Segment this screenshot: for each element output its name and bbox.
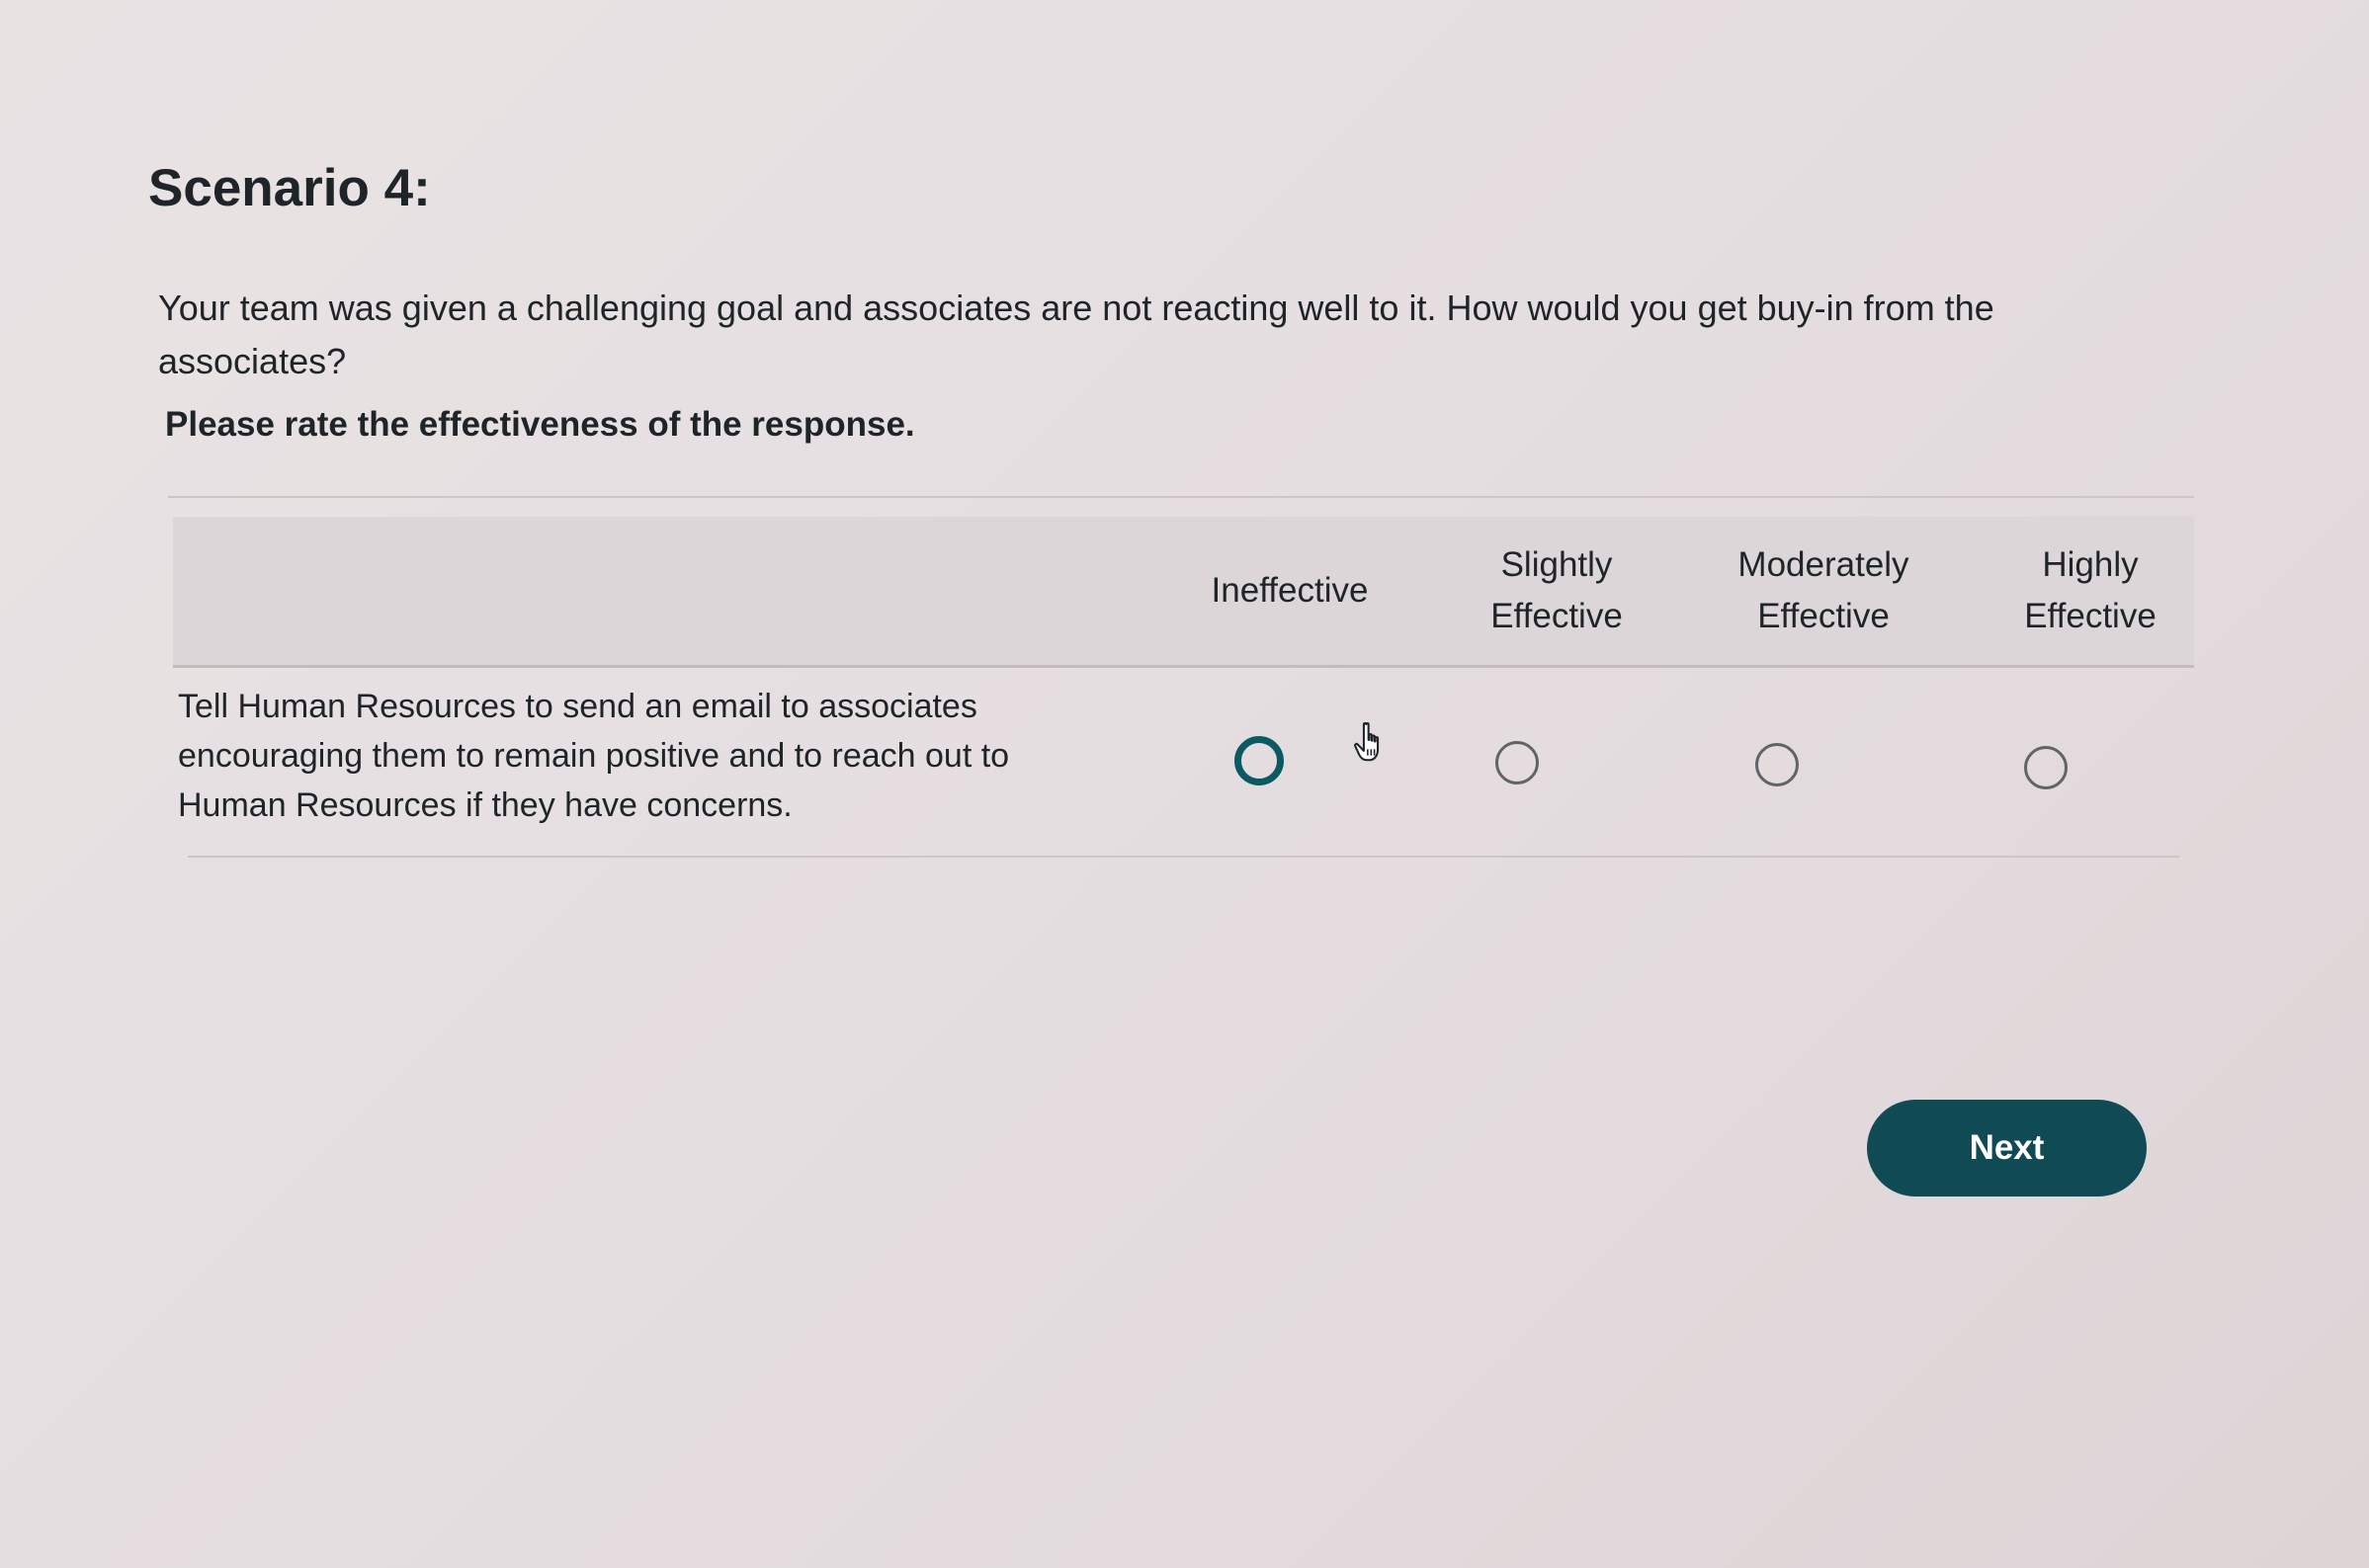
table-top-divider [168, 496, 2194, 498]
column-header-label: Ineffective [1211, 571, 1369, 610]
column-header-ineffective: Ineffective [1161, 517, 1418, 665]
column-header-moderately-effective: Moderately Effective [1690, 517, 1957, 665]
column-header-label: Effective [1757, 597, 1890, 635]
column-header-label: Slightly [1500, 545, 1613, 584]
radio-ineffective[interactable] [1234, 736, 1284, 785]
column-header-slightly-effective: Slightly Effective [1428, 517, 1685, 665]
column-header-label: Effective [1490, 597, 1623, 635]
rating-instruction: Please rate the effectiveness of the res… [165, 405, 915, 444]
rating-table-header: Ineffective Slightly Effective Moderatel… [173, 517, 2194, 668]
response-text: Tell Human Resources to send an email to… [178, 688, 1010, 824]
radio-slightly-effective[interactable] [1495, 741, 1539, 784]
radio-moderately-effective[interactable] [1755, 743, 1799, 786]
assessment-page: Scenario 4: Your team was given a challe… [0, 0, 2369, 1568]
column-header-label: Highly [2042, 545, 2139, 584]
column-header-highly-effective: Highly Effective [1957, 517, 2224, 665]
radio-highly-effective[interactable] [2024, 746, 2068, 789]
next-button[interactable]: Next [1867, 1100, 2147, 1197]
hand-pointer-icon [1354, 721, 1380, 762]
column-header-label: Moderately [1737, 545, 1909, 584]
column-header-label: Effective [2024, 597, 2157, 635]
scenario-question: Your team was given a challenging goal a… [158, 288, 1994, 381]
table-bottom-divider [188, 856, 2179, 858]
scenario-title: Scenario 4: [148, 159, 431, 217]
